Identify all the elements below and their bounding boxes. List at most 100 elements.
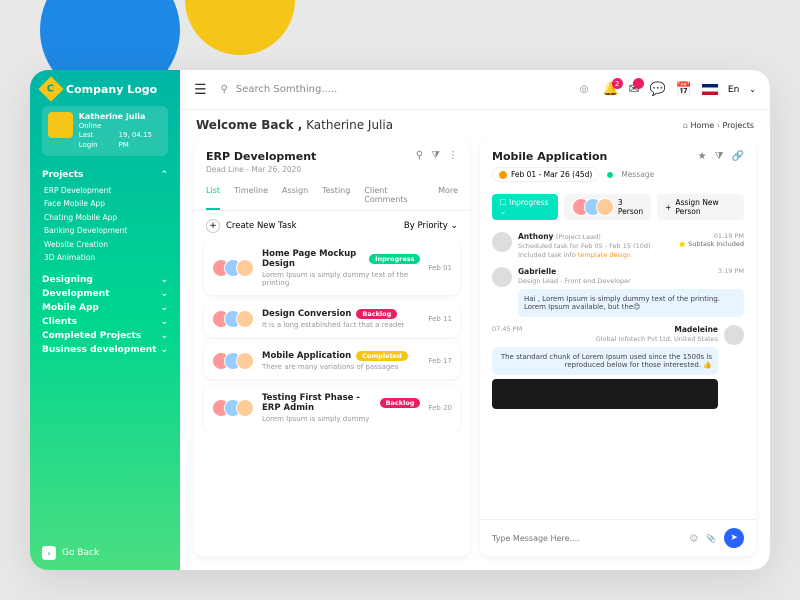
profile-card[interactable]: Katherine Julia Online Last Login 19, 04…: [42, 106, 168, 156]
sidebar-item[interactable]: Website Creation: [44, 238, 168, 252]
create-task-button[interactable]: + Create New Task: [206, 219, 297, 233]
task-card[interactable]: Mobile Application Completed There are m…: [204, 343, 460, 379]
message-label: Message: [621, 170, 654, 179]
tab-assign[interactable]: Assign: [282, 180, 308, 210]
status-select[interactable]: ☐ Inprogress ⌄: [492, 194, 558, 220]
task-card[interactable]: Design Conversion Backlog It is a long e…: [204, 301, 460, 337]
target-icon[interactable]: ◎: [580, 84, 589, 95]
nav-section[interactable]: Designing⌄: [42, 275, 168, 285]
avatar: [724, 325, 744, 345]
profile-name: Katherine Julia: [79, 112, 162, 122]
task-date: Feb 17: [428, 357, 452, 365]
sidebar-item[interactable]: Chating Mobile App: [44, 211, 168, 225]
attach-icon[interactable]: 📎: [706, 534, 716, 543]
nav-project-items: ERP DevelopmentFace Mobile AppChating Mo…: [44, 184, 168, 265]
tab-testing[interactable]: Testing: [322, 180, 350, 210]
mobile-panel: Mobile Application ★ ⧩ 🔗 Feb 01 - Mar 26…: [480, 140, 756, 556]
create-task-label: Create New Task: [226, 221, 297, 231]
flag-icon[interactable]: [702, 84, 718, 95]
chevron-down-icon[interactable]: ⌄: [749, 85, 756, 94]
lang-select[interactable]: En: [728, 85, 739, 95]
chevron-down-icon: ⌄: [160, 303, 168, 313]
person-count[interactable]: 3 Person: [564, 194, 651, 220]
chat-input-bar: ☺ 📎 ➤: [480, 519, 756, 556]
calendar-icon[interactable]: 📅: [676, 82, 692, 97]
sort-select[interactable]: By Priority ⌄: [404, 221, 458, 231]
tab-list[interactable]: List: [206, 180, 220, 210]
chat-area: Anthony (Project Lead) Scheduled task fo…: [480, 226, 756, 519]
message-input[interactable]: [492, 534, 682, 543]
nav-section[interactable]: Development⌄: [42, 289, 168, 299]
logo[interactable]: C Company Logo: [42, 80, 168, 98]
chat-icon[interactable]: 💬: [650, 82, 666, 97]
tab-more[interactable]: More: [438, 180, 458, 210]
plus-icon: +: [206, 219, 220, 233]
nav-section[interactable]: Business development⌄: [42, 345, 168, 355]
star-icon[interactable]: ★: [698, 151, 707, 162]
emoji-icon[interactable]: ☺: [690, 534, 698, 543]
chevron-down-icon: ⌄: [160, 275, 168, 285]
search-placeholder: Search Somthing.....: [236, 84, 337, 95]
header: Welcome Back , Katherine Julia ⌂ Home › …: [180, 110, 770, 140]
task-date: Feb 01: [428, 264, 452, 272]
erp-tabs: List Timeline Assign Testing Client Comments…: [194, 180, 470, 211]
chat-message: Anthony (Project Lead) Scheduled task fo…: [492, 232, 744, 259]
main: ☰ ⚲ Search Somthing..... ◎ 🔔2 ✉ 💬 📅 En ⌄…: [180, 70, 770, 570]
filter-icon[interactable]: ⧩: [715, 151, 724, 162]
message-bubble: Hai , Lorem Ipsum is simply dummy text o…: [518, 289, 744, 317]
sidebar-item[interactable]: ERP Development: [44, 184, 168, 198]
send-button[interactable]: ➤: [724, 528, 744, 548]
filter-icon[interactable]: ⧩: [431, 150, 440, 161]
status-pill: Inprogress: [369, 254, 420, 264]
go-back-button[interactable]: ‹ Go Back: [42, 546, 168, 560]
nav-section[interactable]: Completed Projects⌄: [42, 331, 168, 341]
search-icon[interactable]: ⚲: [416, 150, 423, 161]
avatar: [492, 267, 512, 287]
breadcrumb[interactable]: ⌂ Home › Projects: [683, 121, 754, 130]
date-range[interactable]: Feb 01 - Mar 26 (45d): [492, 167, 599, 182]
nav-section[interactable]: Clients⌄: [42, 317, 168, 327]
link-icon[interactable]: 🔗: [732, 151, 744, 162]
status-pill: Backlog: [356, 309, 397, 319]
search-bar[interactable]: ⚲ Search Somthing..... ◎: [221, 84, 589, 95]
task-date: Feb 20: [428, 404, 452, 412]
sidebar-item[interactable]: Face Mobile App: [44, 197, 168, 211]
nav-projects[interactable]: Projects ⌃: [42, 170, 168, 180]
chat-message: Gabrielle Design Lead - Front end Develo…: [492, 267, 744, 317]
mail-icon[interactable]: ✉: [629, 82, 640, 97]
status-pill: Backlog: [380, 398, 421, 408]
chevron-down-icon: ⌄: [160, 317, 168, 327]
erp-panel: ERP Development Dead Line - Mar 26, 2020…: [194, 140, 470, 556]
topbar: ☰ ⚲ Search Somthing..... ◎ 🔔2 ✉ 💬 📅 En ⌄: [180, 70, 770, 110]
chevron-left-icon: ‹: [42, 546, 56, 560]
status-pill: Completed: [356, 351, 407, 361]
assign-person-button[interactable]: + Assign New Person: [657, 194, 744, 220]
logo-icon: C: [38, 76, 63, 101]
chevron-up-icon: ⌃: [160, 170, 168, 180]
task-card[interactable]: Testing First Phase - ERP Admin Backlog …: [204, 385, 460, 431]
app-window: C Company Logo Katherine Julia Online La…: [30, 70, 770, 570]
sidebar-item[interactable]: 3D Animation: [44, 251, 168, 265]
sidebar: C Company Logo Katherine Julia Online La…: [30, 70, 180, 570]
sidebar-item[interactable]: Banking Development: [44, 224, 168, 238]
task-date: Feb 11: [428, 315, 452, 323]
task-card[interactable]: Home Page Mockup Design Inprogress Lorem…: [204, 241, 460, 295]
status-dot: [607, 172, 613, 178]
chevron-down-icon: ⌄: [160, 289, 168, 299]
notification-icon[interactable]: 🔔2: [602, 82, 618, 97]
tab-client comments[interactable]: Client Comments: [364, 180, 424, 210]
search-icon: ⚲: [221, 84, 228, 95]
profile-status: Online: [79, 122, 162, 131]
message-attachment[interactable]: [492, 379, 718, 409]
avatar: [48, 112, 73, 138]
tab-timeline[interactable]: Timeline: [234, 180, 268, 210]
chevron-down-icon: ⌄: [450, 221, 458, 231]
nav-section[interactable]: Mobile App⌄: [42, 303, 168, 313]
avatar: [492, 232, 512, 252]
menu-icon[interactable]: ☰: [194, 82, 207, 98]
more-icon[interactable]: ⋮: [448, 150, 458, 161]
erp-title: ERP Development: [206, 150, 316, 163]
nav-projects-label: Projects: [42, 170, 83, 180]
last-login-time: 19, 04.15 PM: [119, 131, 162, 149]
mail-badge: [633, 78, 644, 89]
